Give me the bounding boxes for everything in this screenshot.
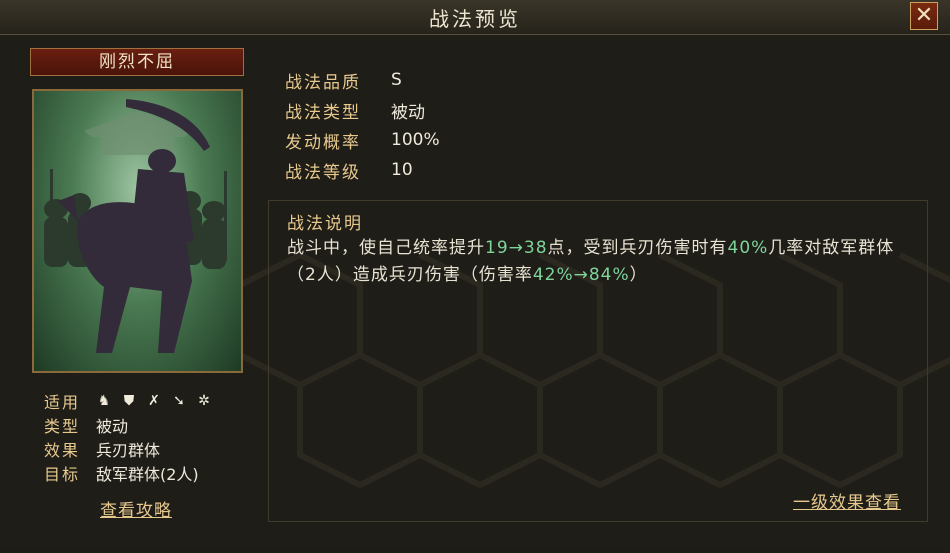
- info-row-level: 战法等级 10: [285, 155, 440, 185]
- close-icon: ✕: [914, 3, 934, 28]
- rider-silhouette-art: [44, 99, 227, 353]
- description-highlight: 19→38: [485, 238, 548, 258]
- description-text: 战斗中，使自己统率提升19→38点，受到兵刃伤害时有40%几率对敌军群体（2人）…: [287, 235, 917, 289]
- description-title: 战法说明: [287, 214, 363, 234]
- info-row-quality: 战法品质 S: [285, 65, 440, 95]
- attr-label: 适用: [44, 393, 81, 412]
- info-row-type: 战法类型 被动: [285, 95, 440, 125]
- shield-icon: ⛊: [123, 393, 135, 409]
- info-value: 100%: [391, 130, 440, 150]
- cavalry-icon: ♞: [97, 393, 111, 409]
- skill-card-art: [32, 89, 243, 373]
- skill-attributes: 适用 ♞ ⛊ ✗ ➘ ✲ 类型 被动 效果 兵刃群体 目标 敌军群体(2人): [44, 389, 212, 485]
- bow-icon: ✗: [148, 393, 160, 409]
- attr-row-effect: 效果 兵刃群体: [44, 437, 212, 461]
- info-label: 战法类型: [285, 102, 361, 123]
- attr-row-target: 目标 敌军群体(2人): [44, 461, 212, 485]
- skill-name: 刚烈不屈: [30, 48, 244, 76]
- window-title: 战法预览: [429, 7, 521, 31]
- info-value: 10: [391, 160, 413, 180]
- description-segment: 点，受到兵刃伤害时有: [547, 238, 728, 258]
- description-segment: 战斗中，使自己统率提升: [287, 238, 485, 258]
- attr-label: 效果: [44, 441, 81, 460]
- description-segment: ）: [629, 265, 648, 285]
- description-highlight: 40%: [727, 238, 769, 258]
- spear-icon: ➘: [173, 393, 185, 409]
- skill-info-table: 战法品质 S 战法类型 被动 发动概率 100% 战法等级 10: [285, 65, 440, 185]
- info-value: 被动: [391, 102, 425, 123]
- info-value: S: [391, 70, 402, 90]
- attr-label: 目标: [44, 465, 81, 484]
- view-guide-link[interactable]: 查看攻略: [100, 496, 172, 521]
- description-panel: 战法说明 战斗中，使自己统率提升19→38点，受到兵刃伤害时有40%几率对敌军群…: [268, 200, 928, 522]
- info-label: 战法等级: [285, 162, 361, 183]
- info-label: 发动概率: [285, 132, 361, 153]
- attr-row-applicable: 适用 ♞ ⛊ ✗ ➘ ✲: [44, 389, 212, 413]
- close-button[interactable]: ✕: [910, 2, 938, 30]
- attr-row-type: 类型 被动: [44, 413, 212, 437]
- info-row-probability: 发动概率 100%: [285, 125, 440, 155]
- level1-effect-link[interactable]: 一级效果查看: [793, 488, 901, 513]
- siege-icon: ✲: [198, 393, 210, 409]
- attr-value: 被动: [96, 417, 129, 436]
- description-highlight: 42%→84%: [532, 265, 630, 285]
- attr-value: 兵刃群体: [96, 441, 161, 460]
- attr-label: 类型: [44, 417, 81, 436]
- title-bar: 战法预览 ✕: [0, 0, 950, 35]
- attr-value: 敌军群体(2人): [96, 465, 199, 484]
- troop-type-icons: ♞ ⛊ ✗ ➘ ✲: [96, 393, 212, 409]
- info-label: 战法品质: [285, 72, 361, 93]
